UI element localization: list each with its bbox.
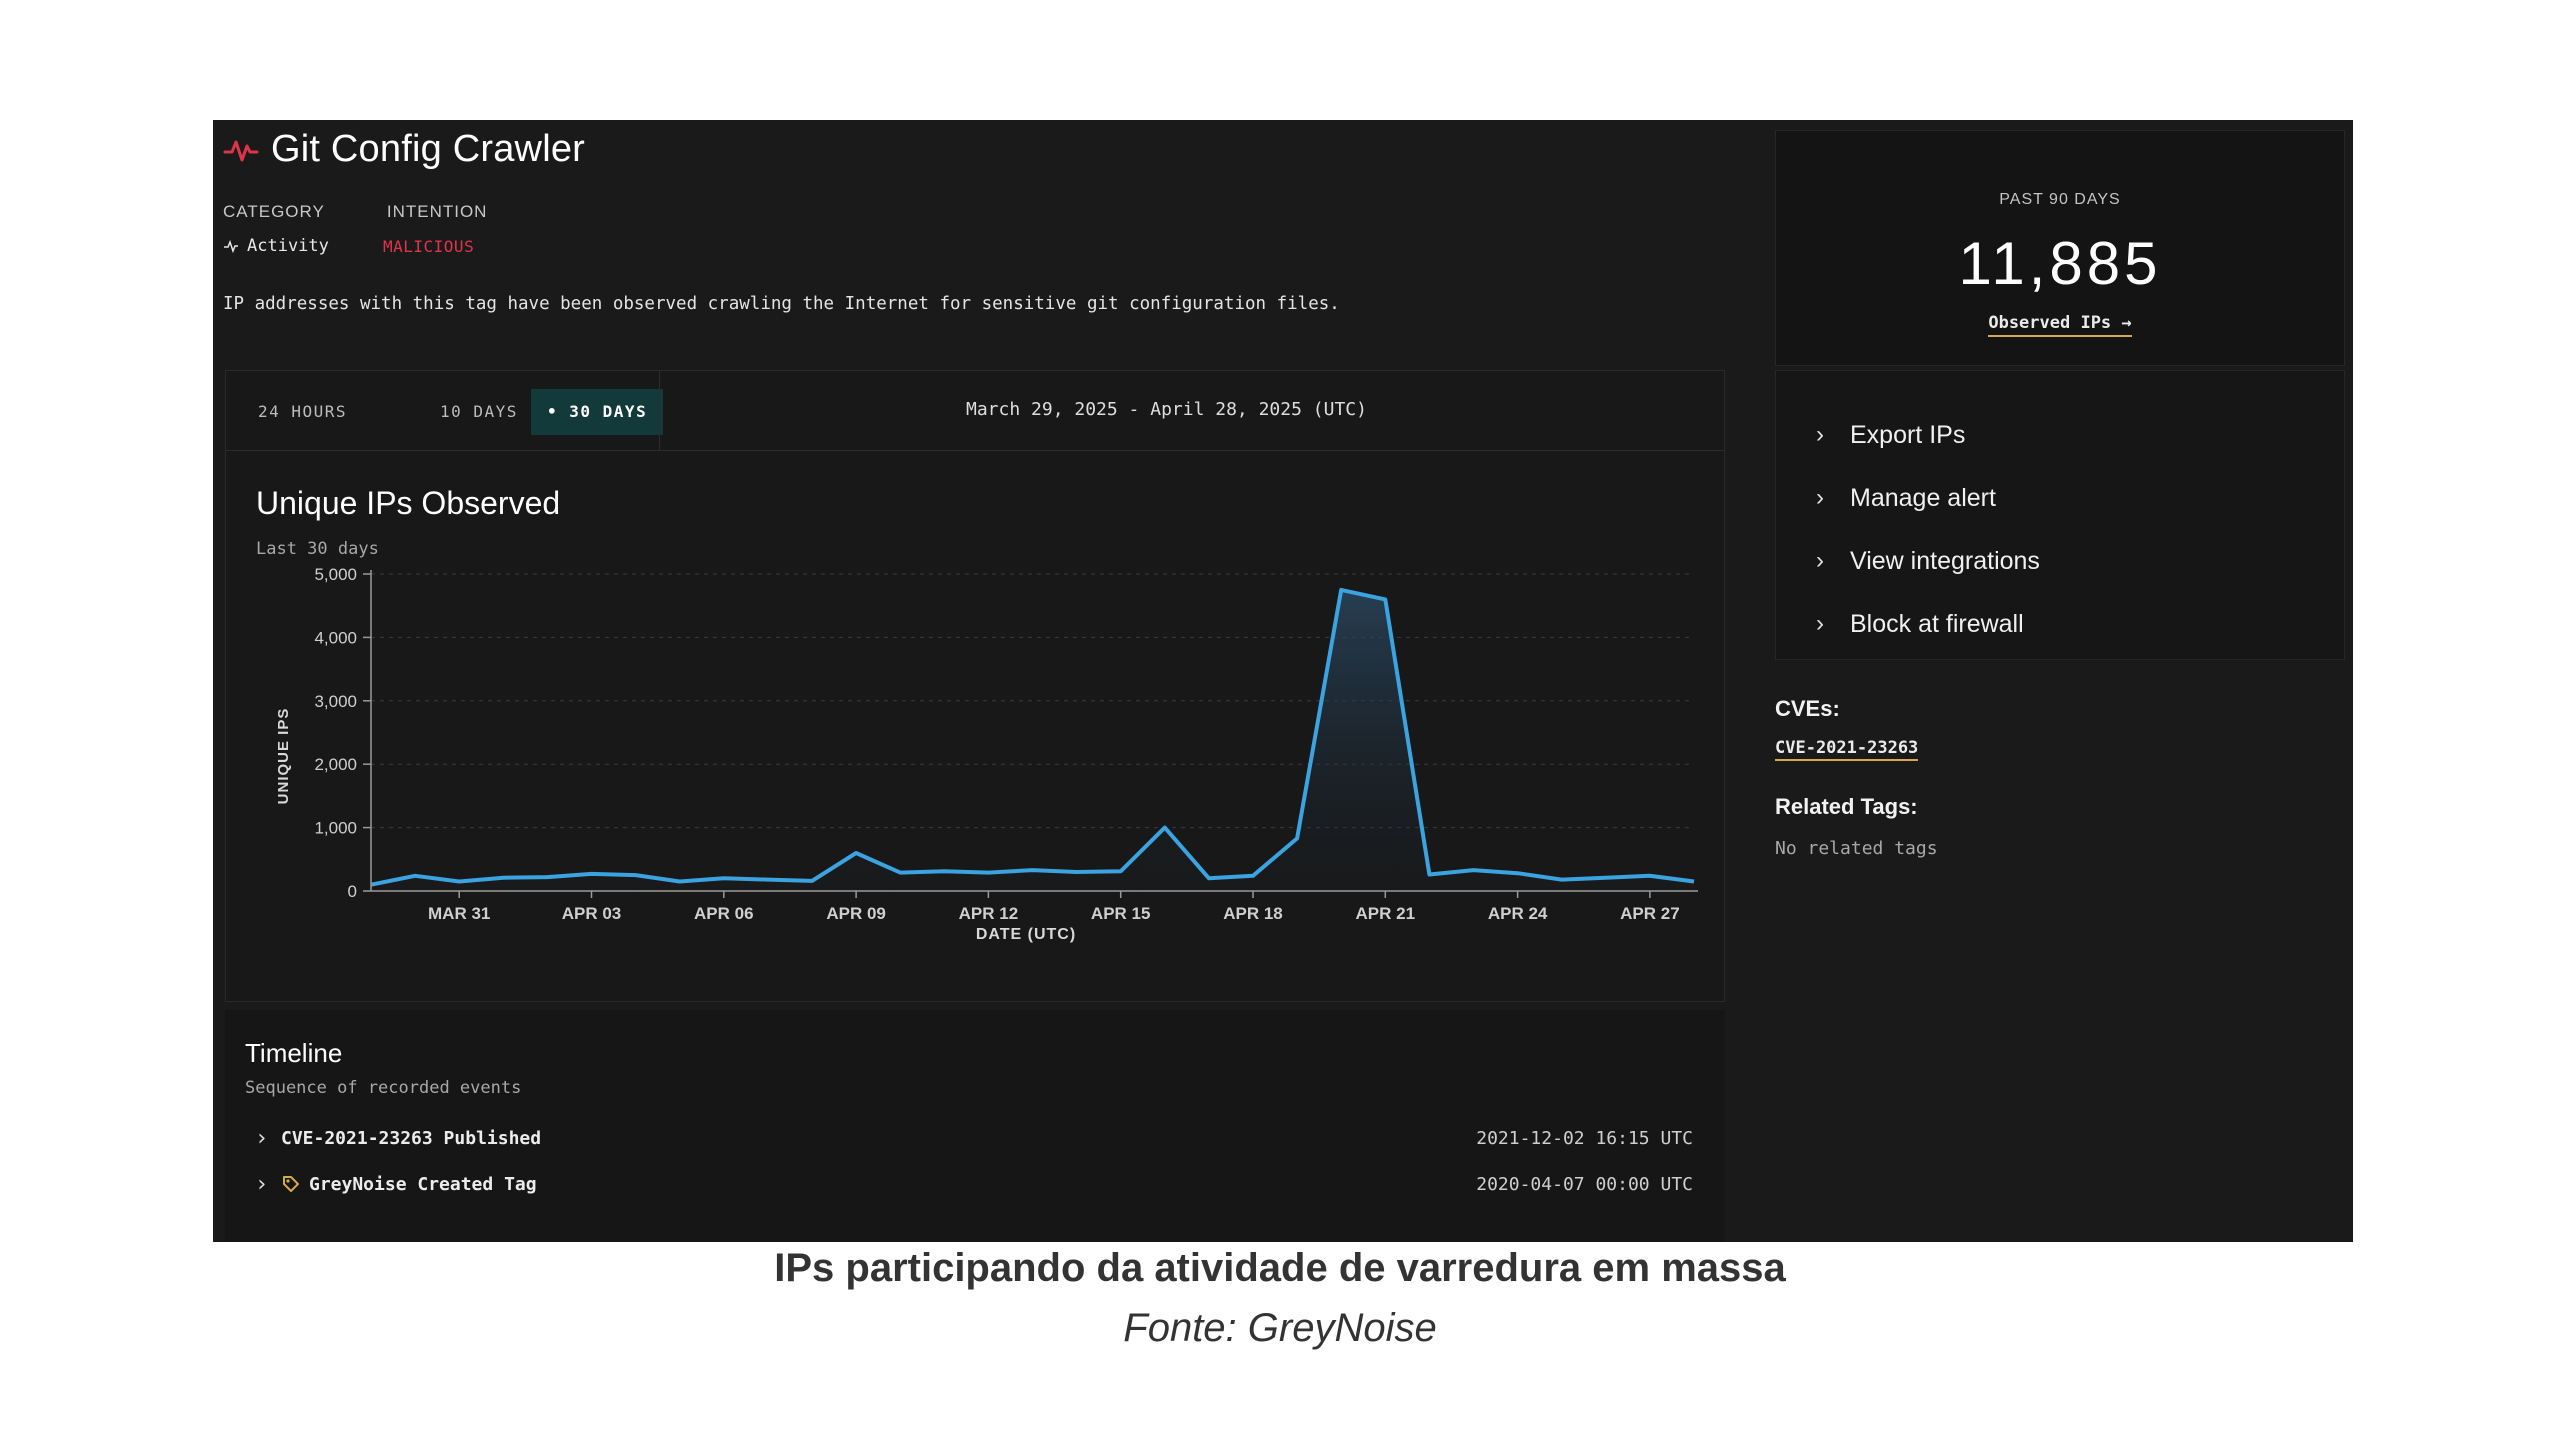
- intention-badge: MALICIOUS: [383, 236, 475, 256]
- chart-title: Unique IPs Observed: [256, 485, 561, 521]
- activity-icon: [224, 239, 238, 253]
- observed-ips-link[interactable]: Observed IPs →: [1988, 313, 2132, 337]
- page-title: Git Config Crawler: [271, 128, 586, 170]
- screenshot-frame: Git Config Crawler CATEGORY INTENTION Ac…: [213, 120, 2353, 1242]
- timeline-event-label: GreyNoise Created Tag: [281, 1174, 537, 1195]
- action-label: Block at firewall: [1850, 609, 2024, 638]
- timeline-subtitle: Sequence of recorded events: [245, 1078, 522, 1098]
- x-tick-label: APR 12: [959, 904, 1019, 923]
- chevron-right-icon: ›: [1816, 484, 1824, 511]
- y-tick-label: 3,000: [314, 692, 357, 711]
- y-tick-label: 4,000: [314, 628, 357, 647]
- tab-divider: [659, 371, 660, 451]
- observed-ips-link-wrap: Observed IPs →: [1776, 313, 2344, 337]
- chevron-right-icon: ›: [1816, 547, 1824, 574]
- timeline-event-timestamp: 2021-12-02 16:15 UTC: [1476, 1127, 1693, 1149]
- x-tick-label: APR 21: [1356, 904, 1416, 923]
- tag-description: IP addresses with this tag have been obs…: [223, 294, 1340, 314]
- timeline-event[interactable]: › CVE-2021-23263 Published 2021-12-02 16…: [245, 1121, 1705, 1155]
- unique-ips-chart: 0 1,000 2,000 3,000 4,000 5,000 MAR 31 APR 03 AP…: [275, 565, 1698, 943]
- series-line: [370, 587, 1695, 887]
- y-tick-label: 5,000: [314, 565, 357, 584]
- category-label: CATEGORY: [223, 202, 325, 221]
- event-text: GreyNoise Created Tag: [309, 1173, 537, 1195]
- figure-caption: IPs participando da atividade de varredu…: [774, 1246, 1786, 1290]
- y-tick-label: 1,000: [314, 819, 357, 838]
- series-area: [371, 589, 1694, 891]
- figure-source: Fonte: GreyNoise: [1123, 1306, 1437, 1350]
- tab-24-hours[interactable]: 24 HOURS: [242, 389, 363, 435]
- meta-labels: CATEGORY INTENTION: [223, 202, 487, 222]
- tab-30-days[interactable]: • 30 DAYS: [531, 389, 664, 435]
- actions-menu: › Export IPs › Manage alert › View integrat…: [1775, 370, 2345, 660]
- category-value: Activity: [223, 236, 383, 256]
- stat-period-label: PAST 90 DAYS: [1999, 191, 2121, 208]
- x-tick-label: APR 06: [694, 904, 754, 923]
- observed-ips-card: PAST 90 DAYS 11,885 Observed IPs →: [1775, 130, 2345, 366]
- y-tick-label: 2,000: [314, 755, 357, 774]
- manage-alert-action[interactable]: › Manage alert: [1816, 476, 1996, 520]
- y-tick-label: 0: [348, 882, 357, 901]
- chevron-right-icon: ›: [255, 1171, 269, 1197]
- related-tags-heading: Related Tags:: [1775, 794, 1918, 819]
- timeline-event-label: CVE-2021-23263 Published: [281, 1128, 541, 1149]
- action-label: Manage alert: [1850, 483, 1996, 512]
- cve-link[interactable]: CVE-2021-23263: [1775, 738, 1919, 761]
- x-tick-label: MAR 31: [428, 904, 490, 923]
- timeline-title: Timeline: [245, 1038, 343, 1068]
- view-integrations-action[interactable]: › View integrations: [1816, 539, 2040, 583]
- timeline-event[interactable]: › GreyNoise Created Tag 2020-04-07 00:00…: [245, 1167, 1705, 1201]
- observed-ips-count: 11,885: [1958, 230, 2162, 297]
- action-label: Export IPs: [1850, 420, 1966, 449]
- x-tick-label: APR 27: [1620, 904, 1680, 923]
- x-tick-label: APR 03: [562, 904, 622, 923]
- category-text: Activity: [247, 236, 329, 256]
- pulse-icon: [223, 140, 259, 161]
- timeline-panel: Timeline Sequence of recorded events › C…: [225, 1010, 1725, 1242]
- cves-heading: CVEs:: [1775, 696, 1840, 721]
- tab-10-days[interactable]: 10 DAYS: [424, 389, 534, 435]
- chart-panel: 24 HOURS 10 DAYS • 30 DAYS March 29, 202…: [225, 370, 1725, 1002]
- y-axis-label: UNIQUE IPS: [275, 708, 292, 805]
- action-label: View integrations: [1850, 546, 2040, 575]
- title-row: Git Config Crawler: [223, 128, 585, 171]
- x-tick-label: APR 09: [826, 904, 886, 923]
- no-related-tags: No related tags: [1775, 838, 1938, 859]
- timeline-event-timestamp: 2020-04-07 00:00 UTC: [1476, 1173, 1693, 1195]
- meta-values: Activity MALICIOUS: [223, 236, 474, 256]
- time-range-tabs: 24 HOURS 10 DAYS • 30 DAYS March 29, 202…: [226, 371, 1724, 451]
- export-ips-action[interactable]: › Export IPs: [1816, 413, 1965, 457]
- chevron-right-icon: ›: [1816, 610, 1824, 637]
- chevron-right-icon: ›: [1816, 421, 1824, 448]
- event-text: CVE-2021-23263 Published: [281, 1127, 542, 1149]
- x-tick-label: APR 15: [1091, 904, 1151, 923]
- x-tick-label: APR 18: [1223, 904, 1283, 923]
- date-range: March 29, 2025 - April 28, 2025 (UTC): [966, 399, 1367, 420]
- block-at-firewall-action[interactable]: › Block at firewall: [1816, 602, 2024, 646]
- tag-icon: [283, 1176, 299, 1192]
- x-tick-label: APR 24: [1488, 904, 1548, 923]
- x-axis-label: DATE (UTC): [976, 926, 1076, 943]
- chevron-right-icon: ›: [255, 1125, 269, 1151]
- intention-label: INTENTION: [386, 202, 488, 221]
